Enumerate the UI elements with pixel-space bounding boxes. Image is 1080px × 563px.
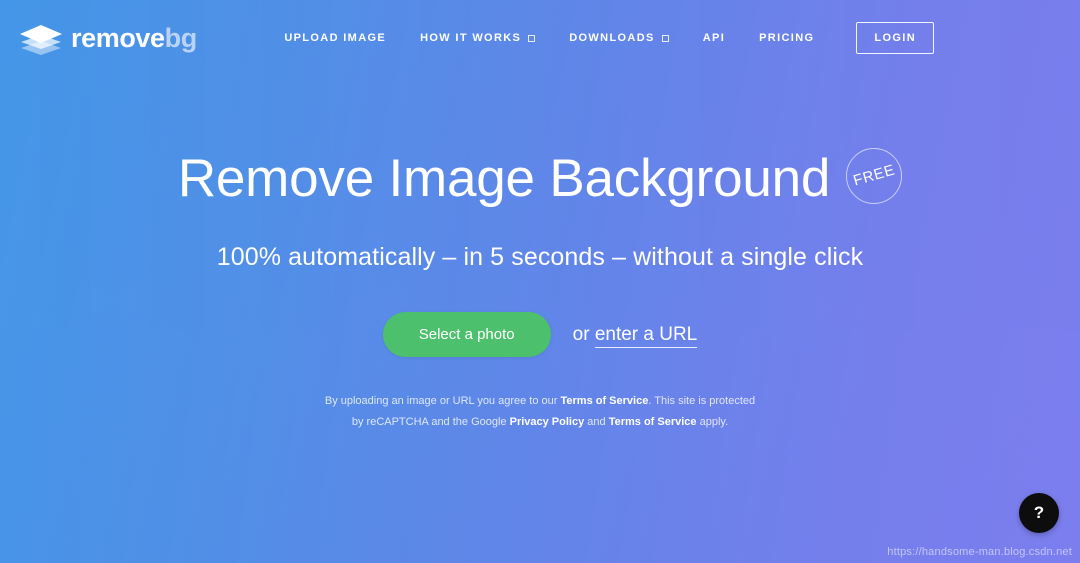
fineprint-text: By uploading an image or URL you agree t… bbox=[324, 395, 561, 408]
nav-item-how-it-works[interactable]: HOW IT WORKS bbox=[420, 26, 536, 50]
logo-text-primary: remove bbox=[71, 22, 165, 53]
free-badge-label: FREE bbox=[851, 161, 897, 190]
cta-row: Select a photo or enter a URL bbox=[0, 312, 1080, 358]
page-root: removebg UPLOAD IMAGE HOW IT WORKS DOWNL… bbox=[0, 0, 1080, 563]
nav-label: DOWNLOADS bbox=[569, 32, 655, 44]
nav-item-downloads[interactable]: DOWNLOADS bbox=[569, 26, 669, 50]
hero-section: Remove Image Background FREE 100% automa… bbox=[0, 147, 1080, 432]
free-badge: FREE bbox=[846, 147, 903, 204]
site-header: removebg UPLOAD IMAGE HOW IT WORKS DOWNL… bbox=[0, 0, 1080, 76]
nav-label: API bbox=[702, 32, 726, 44]
login-button[interactable]: LOGIN bbox=[856, 22, 934, 54]
logo-text-secondary: bg bbox=[164, 22, 198, 53]
help-button[interactable]: ? bbox=[1019, 493, 1059, 533]
terms-of-service-link[interactable]: Terms of Service bbox=[560, 395, 648, 407]
watermark: https://handsome-man.blog.csdn.net bbox=[887, 546, 1072, 558]
enter-url-wrapper: or enter a URL bbox=[572, 323, 698, 348]
question-mark-icon: ? bbox=[1033, 503, 1045, 522]
nav-item-pricing[interactable]: PRICING bbox=[759, 26, 814, 50]
hero-subtitle: 100% automatically – in 5 seconds – with… bbox=[216, 243, 864, 272]
page-title: Remove Image Background bbox=[177, 149, 831, 208]
stacked-layers-diamond-icon bbox=[18, 21, 64, 55]
nav-label: UPLOAD IMAGE bbox=[284, 32, 387, 44]
chevron-down-icon bbox=[661, 34, 669, 42]
nav-item-upload-image[interactable]: UPLOAD IMAGE bbox=[284, 26, 386, 50]
select-photo-button[interactable]: Select a photo bbox=[382, 312, 551, 358]
nav-item-api[interactable]: API bbox=[703, 26, 725, 50]
privacy-policy-link[interactable]: Privacy Policy bbox=[510, 416, 585, 428]
fineprint-text: and bbox=[584, 415, 609, 428]
nav-label: PRICING bbox=[759, 32, 815, 44]
fineprint-text: by reCAPTCHA and the Google bbox=[351, 415, 510, 428]
headline-row: Remove Image Background FREE bbox=[177, 147, 903, 208]
fineprint-text: . This site is protected bbox=[648, 395, 756, 408]
logo[interactable]: removebg bbox=[18, 21, 197, 55]
legal-fineprint: By uploading an image or URL you agree t… bbox=[0, 391, 1080, 432]
page-content: removebg UPLOAD IMAGE HOW IT WORKS DOWNL… bbox=[0, 0, 1080, 563]
google-terms-of-service-link[interactable]: Terms of Service bbox=[609, 416, 697, 428]
fineprint-text: apply. bbox=[696, 415, 729, 428]
enter-url-link[interactable]: enter a URL bbox=[594, 323, 698, 348]
main-navigation: UPLOAD IMAGE HOW IT WORKS DOWNLOADS API … bbox=[284, 22, 934, 54]
enter-url-prefix: or bbox=[572, 323, 595, 345]
nav-label: HOW IT WORKS bbox=[420, 32, 522, 44]
fineprint-line-2: by reCAPTCHA and the Google Privacy Poli… bbox=[0, 412, 1080, 432]
chevron-down-icon bbox=[528, 34, 536, 42]
fineprint-line-1: By uploading an image or URL you agree t… bbox=[0, 391, 1080, 411]
